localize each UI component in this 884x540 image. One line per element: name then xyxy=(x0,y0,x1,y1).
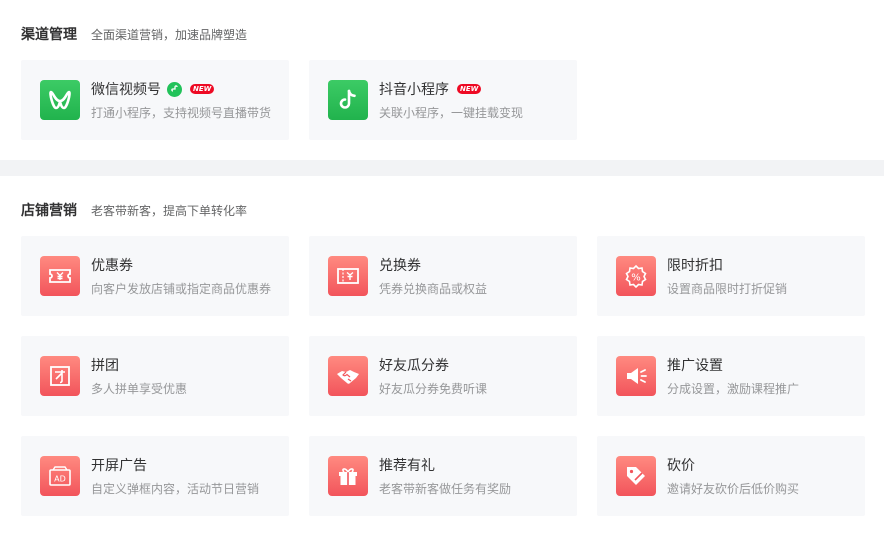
card-title: 推广设置 xyxy=(667,358,723,374)
card-title: 开屏广告 xyxy=(91,458,147,474)
store-section: 店铺营销 老客带新客，提高下单转化率 优惠券 向客户发放店铺或指定商品优惠券 兑… xyxy=(0,176,884,540)
channel-header: 渠道管理 全面渠道营销，加速品牌塑造 xyxy=(21,24,247,44)
card-title: 拼团 xyxy=(91,358,119,374)
mini-program-icon xyxy=(167,81,182,97)
card-bargain[interactable]: 砍价 邀请好友砍价后低价购买 xyxy=(597,436,865,516)
card-desc: 邀请好友砍价后低价购买 xyxy=(667,482,800,496)
card-desc: 好友瓜分券免费听课 xyxy=(379,382,488,396)
card-title: 兑换券 xyxy=(379,258,421,274)
card-voucher[interactable]: 兑换券 凭券兑换商品或权益 xyxy=(309,236,577,316)
card-group-buy[interactable]: 拼团 多人拼单享受优惠 xyxy=(21,336,289,416)
handshake-icon xyxy=(328,356,368,396)
card-desc: 自定义弹框内容，活动节日营销 xyxy=(91,482,260,496)
discount-icon: % xyxy=(616,256,656,296)
svg-text:%: % xyxy=(631,273,641,284)
group-buy-icon xyxy=(40,356,80,396)
gift-icon xyxy=(328,456,368,496)
channel-subtitle: 全面渠道营销，加速品牌塑造 xyxy=(91,28,248,42)
card-desc: 打通小程序，支持视频号直播带货 xyxy=(91,106,272,120)
card-desc: 分成设置，激励课程推广 xyxy=(667,382,800,396)
card-coupon[interactable]: 优惠券 向客户发放店铺或指定商品优惠券 xyxy=(21,236,289,316)
wechat-channels-icon xyxy=(40,80,80,120)
store-subtitle: 老客带新客，提高下单转化率 xyxy=(91,204,248,218)
card-desc: 多人拼单享受优惠 xyxy=(91,382,188,396)
douyin-icon xyxy=(328,80,368,120)
megaphone-icon xyxy=(616,356,656,396)
voucher-icon xyxy=(328,256,368,296)
new-badge: NEW xyxy=(457,84,482,94)
bargain-tag-icon xyxy=(616,456,656,496)
card-title: 推荐有礼 xyxy=(379,458,435,474)
channel-section: 渠道管理 全面渠道营销，加速品牌塑造 微信视频号 NEW 打通小程序，支持视频号… xyxy=(0,0,884,160)
card-desc: 向客户发放店铺或指定商品优惠券 xyxy=(91,282,272,296)
card-title: 砍价 xyxy=(667,458,695,474)
card-title: 微信视频号 xyxy=(91,82,161,98)
ad-icon: AD xyxy=(40,456,80,496)
card-title: 抖音小程序 xyxy=(379,82,449,98)
coupon-icon xyxy=(40,256,80,296)
channel-title: 渠道管理 xyxy=(21,27,77,43)
store-title: 店铺营销 xyxy=(21,203,77,219)
card-desc: 设置商品限时打折促销 xyxy=(667,282,788,296)
card-referral-reward[interactable]: 推荐有礼 老客带新客做任务有奖励 xyxy=(309,436,577,516)
card-desc: 老客带新客做任务有奖励 xyxy=(379,482,512,496)
card-discount[interactable]: % 限时折扣 设置商品限时打折促销 xyxy=(597,236,865,316)
new-badge: NEW xyxy=(190,84,215,94)
card-promotion-settings[interactable]: 推广设置 分成设置，激励课程推广 xyxy=(597,336,865,416)
card-splash-ad[interactable]: AD 开屏广告 自定义弹框内容，活动节日营销 xyxy=(21,436,289,516)
card-desc: 关联小程序，一键挂载变现 xyxy=(379,106,524,120)
card-title: 优惠券 xyxy=(91,258,133,274)
card-wechat-channels[interactable]: 微信视频号 NEW 打通小程序，支持视频号直播带货 xyxy=(21,60,289,140)
store-header: 店铺营销 老客带新客，提高下单转化率 xyxy=(21,200,247,220)
card-desc: 凭券兑换商品或权益 xyxy=(379,282,488,296)
card-douyin[interactable]: 抖音小程序 NEW 关联小程序，一键挂载变现 xyxy=(309,60,577,140)
card-friend-split[interactable]: 好友瓜分券 好友瓜分券免费听课 xyxy=(309,336,577,416)
card-title: 好友瓜分券 xyxy=(379,358,449,374)
svg-text:AD: AD xyxy=(54,475,66,484)
card-title: 限时折扣 xyxy=(667,258,723,274)
